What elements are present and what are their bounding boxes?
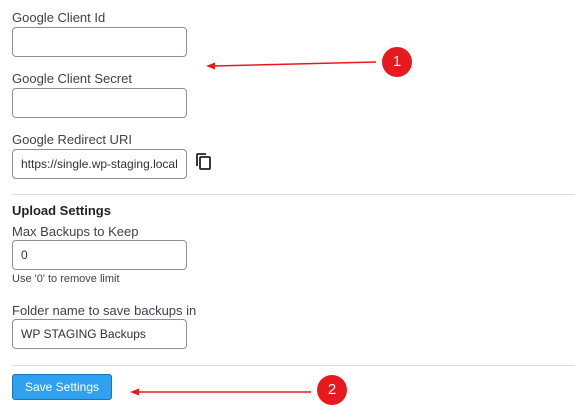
settings-panel: Google Client Id Google Client Secret Go…: [0, 0, 575, 410]
annotation-badge-1: 1: [382, 47, 412, 77]
annotation-badge-2: 2: [317, 375, 347, 405]
annotation-arrowhead-1: [206, 62, 215, 70]
annotation-arrow-1: [213, 61, 377, 67]
annotation-arrowhead-2: [130, 388, 139, 396]
annotation-arrows: [130, 61, 377, 396]
